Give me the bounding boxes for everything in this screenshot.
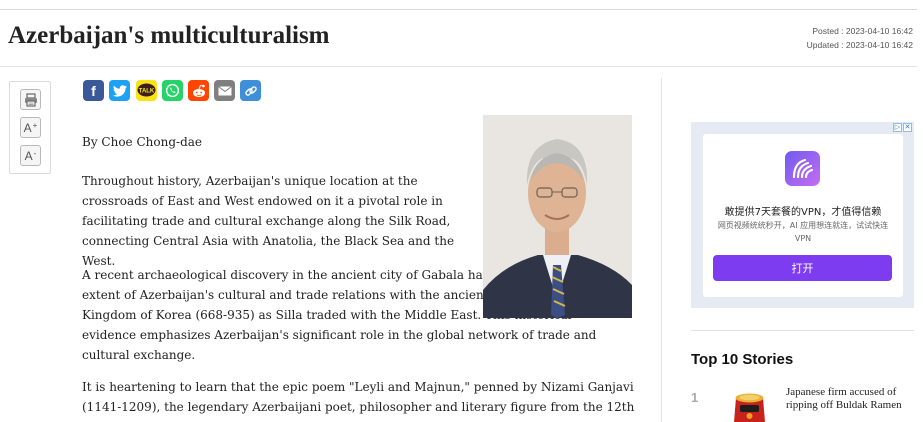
top-divider	[0, 9, 917, 10]
font-decrease-sign: -	[33, 148, 37, 158]
font-increase-label: A	[23, 120, 32, 135]
article-paragraph: It is heartening to learn that the epic …	[82, 380, 635, 422]
whatsapp-icon	[165, 83, 180, 98]
email-icon	[217, 85, 232, 95]
ad-card[interactable]: 敢提供7天套餐的VPN，才值得信赖 网页视频统统秒开，AI 应用想连就连，试试快…	[703, 134, 903, 297]
share-reddit-button[interactable]	[188, 80, 209, 101]
share-twitter-button[interactable]	[109, 80, 130, 101]
author-photo	[483, 115, 632, 318]
ad-headline: 敢提供7天套餐的VPN，才值得信赖	[724, 207, 882, 218]
story-title-link[interactable]: Japanese firm accused of ripping off Bul…	[786, 386, 914, 412]
posted-date: Posted : 2023-04-10 16:42	[812, 26, 913, 36]
article-title: Azerbaijan's multiculturalism	[8, 22, 330, 49]
print-icon	[24, 92, 37, 107]
sidebar-divider	[691, 330, 914, 331]
twitter-icon	[112, 84, 127, 97]
vpn-logo-icon	[785, 151, 820, 186]
article-paragraph: Throughout history, Azerbaijan's unique …	[82, 174, 455, 268]
reddit-icon	[192, 84, 205, 97]
article-dates: Posted : 2023-04-10 16:42 Updated : 2023…	[807, 24, 913, 52]
ad-info-icon[interactable]: ▷	[893, 123, 902, 132]
link-icon	[244, 85, 257, 96]
font-increase-button[interactable]: A +	[20, 117, 41, 138]
share-link-button[interactable]	[240, 80, 261, 101]
updated-date: Updated : 2023-04-10 16:42	[806, 40, 913, 50]
article-toolbox: A + A-	[9, 81, 51, 174]
column-divider	[661, 78, 662, 422]
font-decrease-button[interactable]: A-	[20, 145, 41, 166]
top-stories-heading: Top 10 Stories	[691, 351, 794, 368]
facebook-icon: f	[91, 82, 96, 99]
article-byline: By Choe Chong-dae	[82, 135, 202, 149]
story-rank: 1	[691, 390, 699, 405]
ad-subtext: 网页视频统统秒开，AI 应用想连就连，试试快连VPN	[717, 221, 889, 243]
share-facebook-button[interactable]: f	[83, 80, 104, 101]
header-divider	[0, 66, 917, 67]
font-increase-sign: +	[32, 120, 38, 130]
kakaotalk-glyph: TALK	[139, 89, 155, 95]
kakaotalk-icon: TALK	[137, 83, 156, 97]
ad-controls: ▷ ✕	[893, 123, 912, 132]
advertisement[interactable]: ▷ ✕ 敢提供7天套餐的VPN，才值得信赖 网页视频统统秒开，AI 应用想连就连…	[691, 122, 914, 308]
font-decrease-label: A	[24, 148, 33, 163]
share-kakaotalk-button[interactable]: TALK	[136, 80, 157, 101]
ad-close-icon[interactable]: ✕	[903, 123, 912, 132]
share-whatsapp-button[interactable]	[162, 80, 183, 101]
share-email-button[interactable]	[214, 80, 235, 101]
story-thumbnail[interactable]	[726, 386, 773, 422]
ad-open-button[interactable]: 打开	[713, 255, 892, 281]
print-button[interactable]	[20, 89, 41, 110]
